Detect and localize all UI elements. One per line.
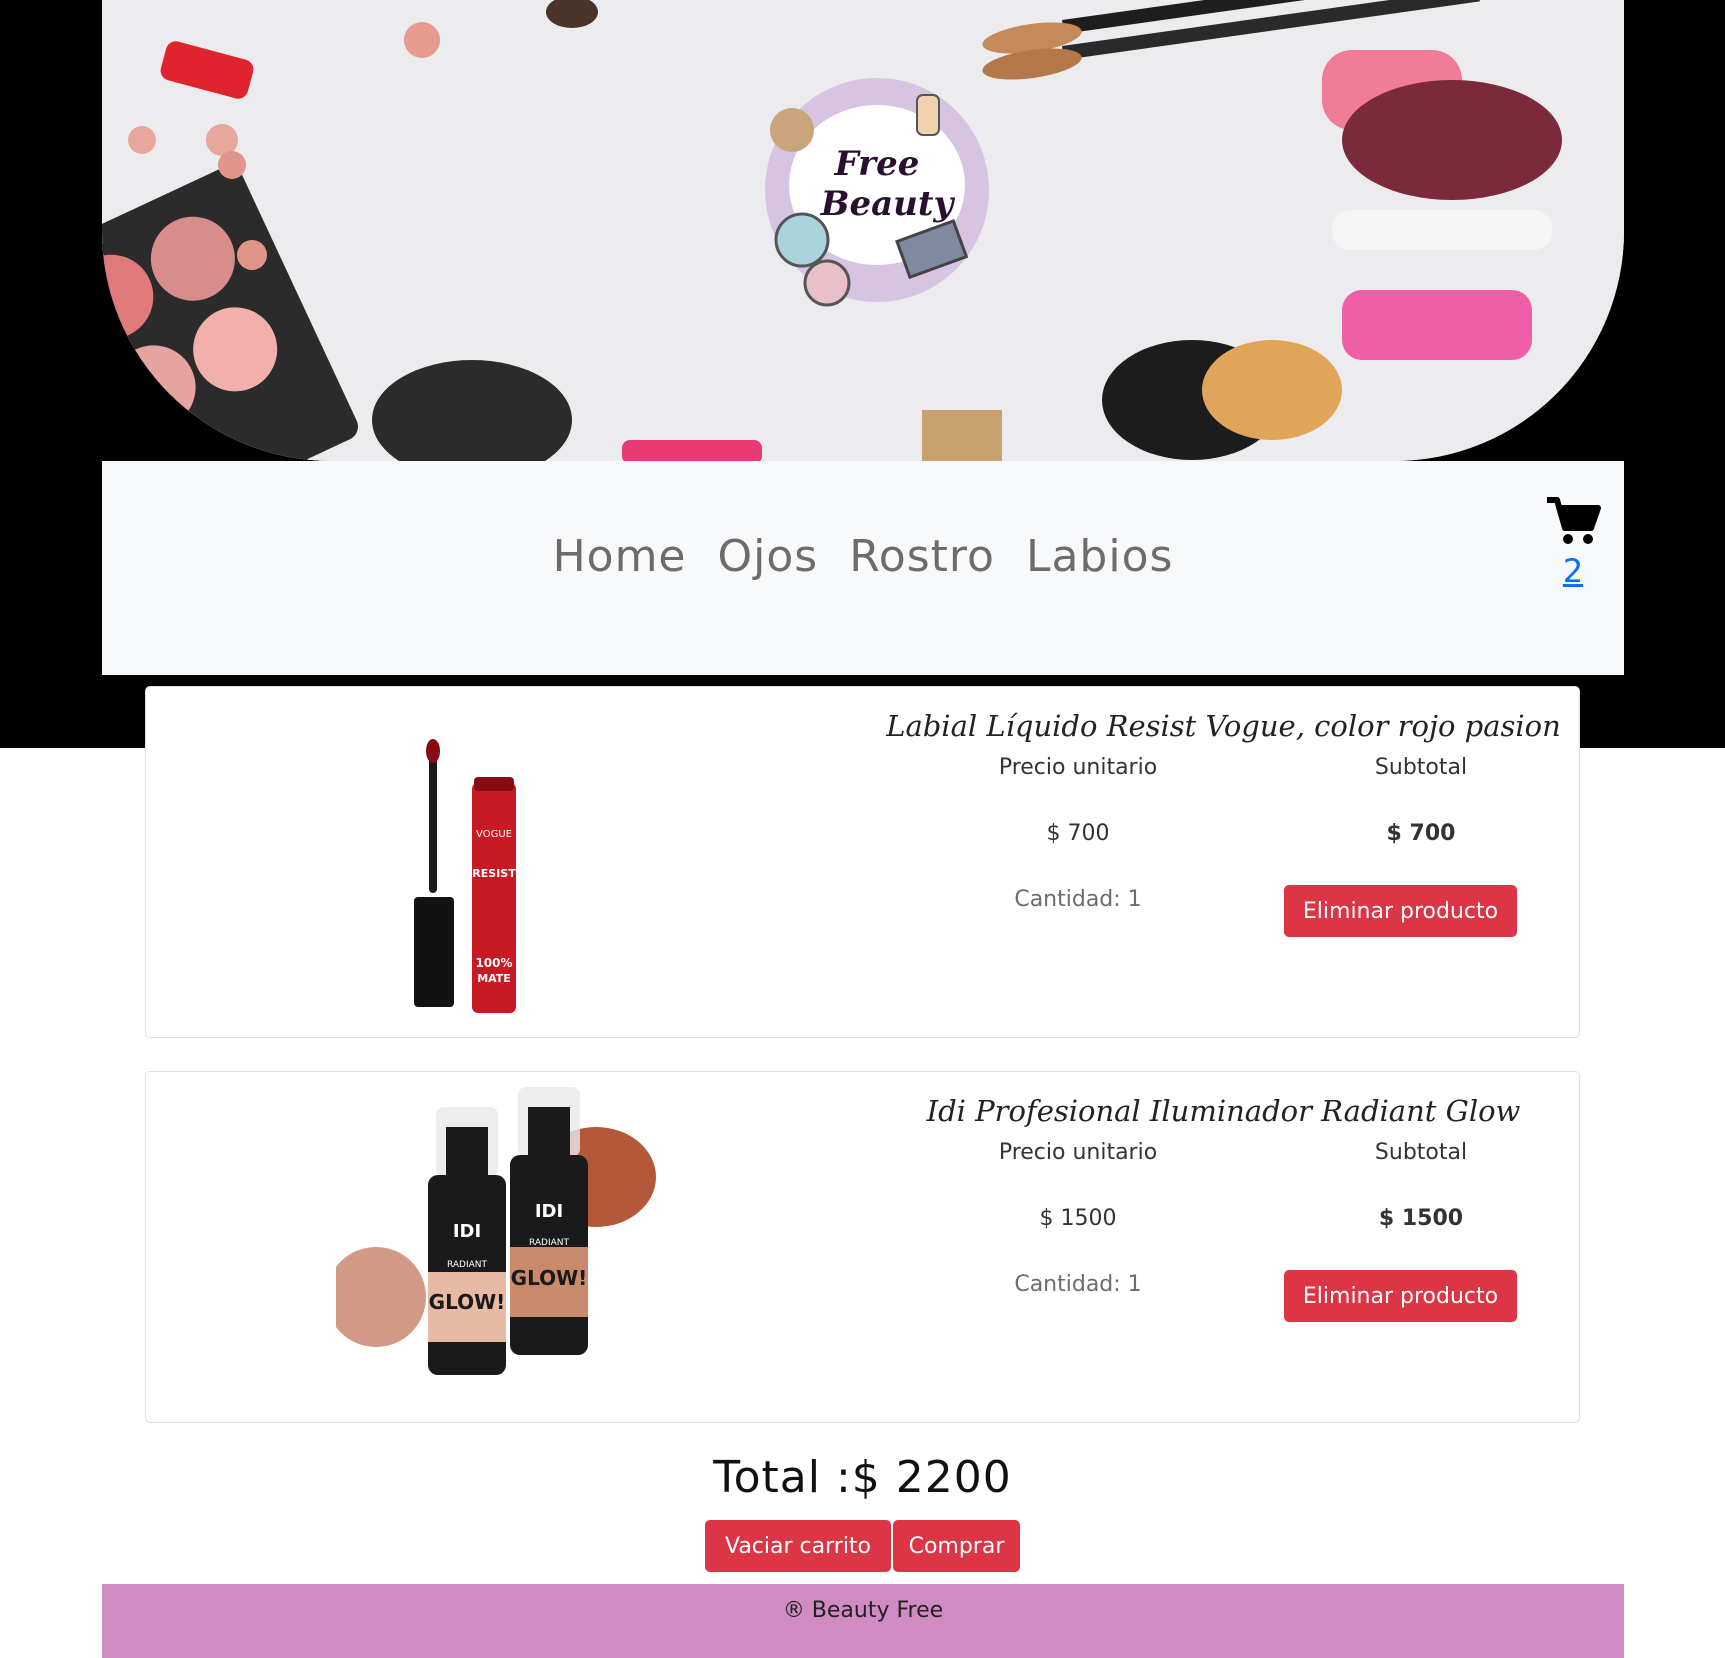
- unit-price-value: $ 1500: [1039, 1206, 1117, 1231]
- unit-price-label: Precio unitario: [998, 1140, 1158, 1165]
- product-image-illuminator: IDI RADIANT GLOW! IDI RADIANT GLOW!: [336, 1087, 656, 1375]
- svg-text:Free: Free: [834, 144, 920, 184]
- nav-item-home[interactable]: Home: [553, 531, 687, 582]
- nav-item-ojos[interactable]: Ojos: [718, 531, 819, 582]
- svg-text:Beauty: Beauty: [820, 184, 956, 224]
- subtotal-value: $ 1500: [1378, 1206, 1464, 1231]
- product-name: Idi Profesional Iluminador Radiant Glow: [926, 1094, 1521, 1128]
- buy-button[interactable]: Comprar: [893, 1520, 1020, 1572]
- remove-product-button[interactable]: Eliminar producto: [1284, 885, 1517, 937]
- cart-count-link[interactable]: 2: [1538, 552, 1608, 590]
- nav-links: Home Ojos Rostro Labios: [102, 531, 1624, 582]
- svg-text:GLOW!: GLOW!: [511, 1266, 588, 1290]
- svg-text:MATE: MATE: [477, 972, 511, 985]
- hero-makeup-illustration: Free Beauty: [102, 0, 1624, 461]
- svg-text:RADIANT: RADIANT: [447, 1260, 488, 1270]
- cart-widget[interactable]: 2: [1538, 496, 1608, 590]
- remove-product-button[interactable]: Eliminar producto: [1284, 1270, 1517, 1322]
- unit-price-label: Precio unitario: [998, 755, 1158, 780]
- cart-item-card: IDI RADIANT GLOW! IDI RADIANT GLOW! Idi …: [145, 1071, 1580, 1423]
- svg-text:RADIANT: RADIANT: [529, 1238, 570, 1248]
- svg-text:GLOW!: GLOW!: [429, 1290, 506, 1314]
- empty-cart-button[interactable]: Vaciar carrito: [705, 1520, 891, 1572]
- nav-item-rostro[interactable]: Rostro: [849, 531, 995, 582]
- cart-item-card: VOGUE RESIST 100% MATE Labial Líquido Re…: [145, 686, 1580, 1038]
- navbar: Home Ojos Rostro Labios 2: [102, 461, 1624, 675]
- subtotal-label: Subtotal: [1374, 1140, 1468, 1165]
- svg-text:IDI: IDI: [535, 1201, 563, 1222]
- cart-icon[interactable]: [1545, 496, 1601, 546]
- svg-text:RESIST: RESIST: [472, 867, 516, 880]
- svg-text:100%: 100%: [475, 956, 512, 970]
- cart-total: Total :$ 2200: [713, 1452, 1012, 1503]
- subtotal-value: $ 700: [1386, 821, 1456, 846]
- subtotal-label: Subtotal: [1374, 755, 1468, 780]
- footer-copyright: ® Beauty Free: [782, 1598, 944, 1623]
- svg-text:VOGUE: VOGUE: [476, 829, 512, 840]
- svg-text:IDI: IDI: [453, 1221, 481, 1242]
- product-image-lipstick: VOGUE RESIST 100% MATE: [414, 739, 516, 1013]
- product-name: Labial Líquido Resist Vogue, color rojo …: [886, 709, 1561, 743]
- nav-item-labios[interactable]: Labios: [1026, 531, 1173, 582]
- unit-price-value: $ 700: [1046, 821, 1110, 846]
- footer: ® Beauty Free: [102, 1584, 1624, 1658]
- quantity-text: Cantidad: 1: [1014, 887, 1142, 912]
- quantity-text: Cantidad: 1: [1014, 1272, 1142, 1297]
- hero-banner: Free Beauty: [102, 0, 1624, 461]
